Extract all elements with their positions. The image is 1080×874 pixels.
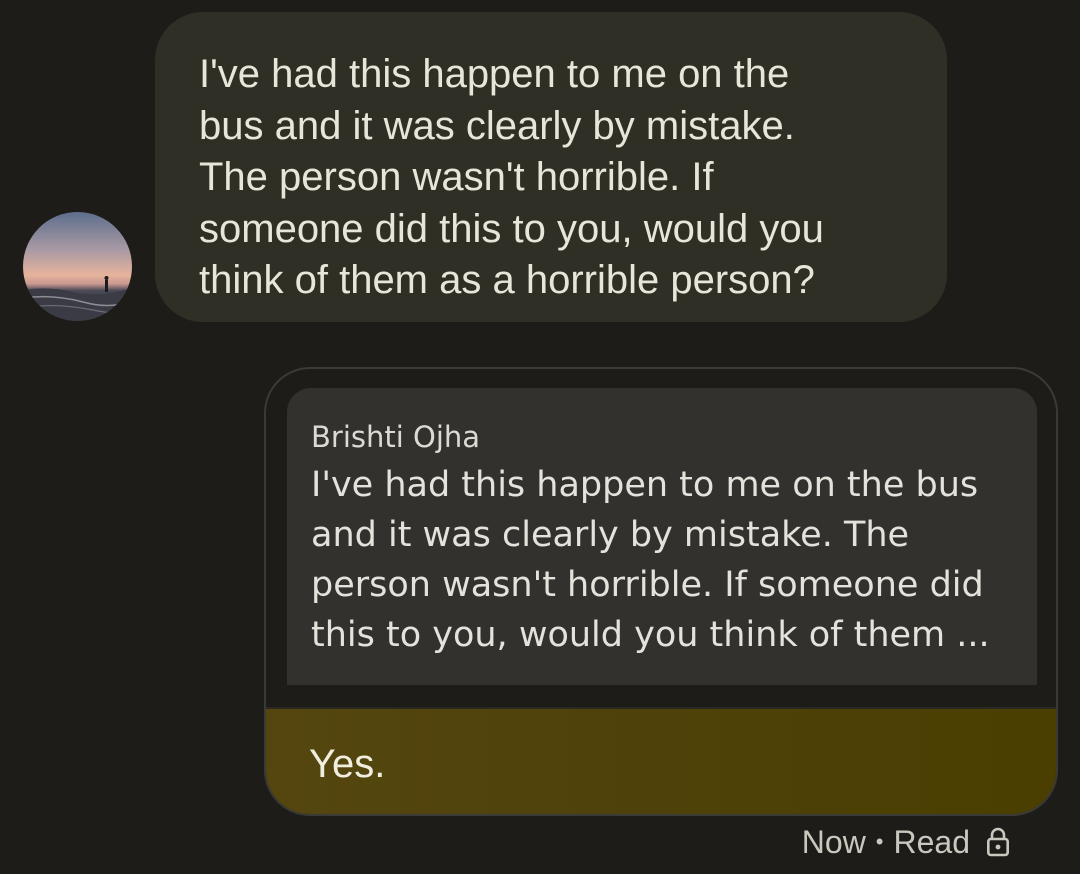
message-text-line: someone did this to you, would you [199, 206, 824, 251]
incoming-message-bubble[interactable]: I've had this happen to me on the bus an… [155, 12, 947, 322]
quoted-message-text: I've had this happen to me on the bus an… [311, 460, 1017, 660]
quoted-text-line: and it was clearly by mistake. The [311, 515, 910, 555]
message-text-line: think of them as a horrible person? [199, 258, 815, 302]
quoted-message-card[interactable]: Brishti Ojha I've had this happen to me … [287, 388, 1037, 685]
quoted-text-line: person wasn't horrible. If someone did [311, 565, 984, 605]
message-text-line: bus and it was clearly by mistake. [199, 103, 795, 148]
status-read: Read [893, 823, 971, 860]
reply-message-bubble[interactable]: Yes. [266, 709, 1056, 814]
message-status: Now • Read [802, 822, 1010, 862]
status-separator: • [875, 829, 884, 854]
conversation-view: I've had this happen to me on the bus an… [0, 0, 1080, 874]
message-text-line: The person wasn't horrible. If [199, 155, 714, 199]
status-time: Now [801, 823, 866, 860]
outgoing-message-with-quote[interactable]: Brishti Ojha I've had this happen to me … [264, 367, 1058, 816]
reply-message-text: Yes. [309, 742, 386, 786]
message-text-line: I've had this happen to me on the [199, 52, 790, 96]
quoted-sender-name: Brishti Ojha [311, 420, 481, 454]
sender-avatar[interactable] [23, 212, 132, 321]
lock-icon [986, 826, 1010, 858]
quoted-text-line: this to you, would you think of them ... [311, 615, 990, 655]
avatar-image [23, 212, 132, 321]
quoted-text-line: I've had this happen to me on the bus [311, 465, 979, 505]
